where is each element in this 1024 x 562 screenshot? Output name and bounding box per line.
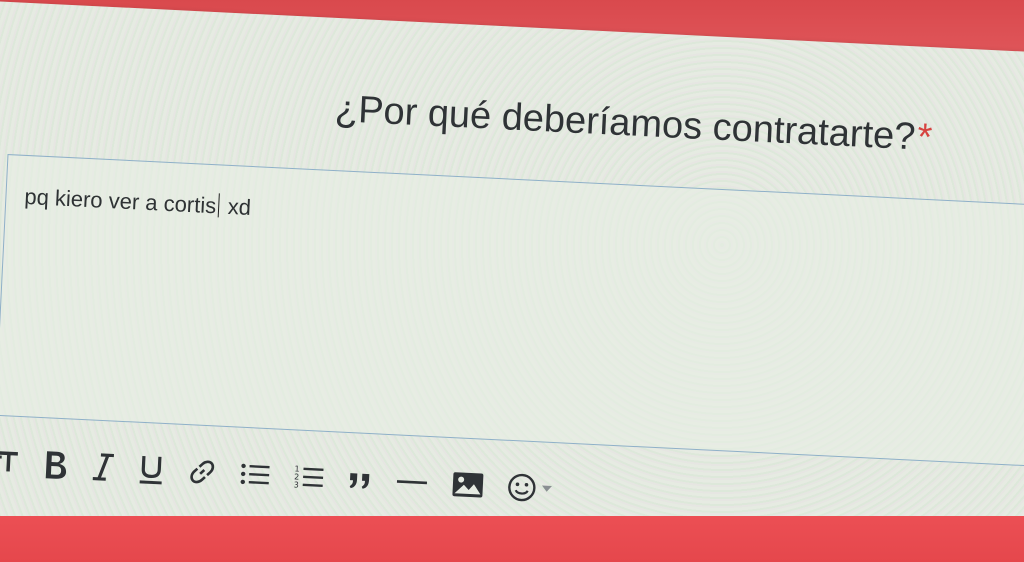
underline-icon [139, 455, 162, 485]
answer-text-before-caret: pq kiero ver a cortis [23, 183, 217, 219]
answer-textarea[interactable]: pq kiero ver a cortis xd [0, 154, 1024, 467]
italic-icon [92, 453, 114, 481]
emoji-button[interactable] [506, 467, 554, 509]
svg-text:3: 3 [293, 480, 299, 489]
quote-icon [349, 473, 370, 489]
form-card: ¿Por qué deberíamos contratarte?* pq kie… [0, 0, 1024, 562]
image-icon [452, 472, 484, 498]
image-button[interactable] [450, 464, 486, 506]
bold-icon [45, 451, 67, 479]
horizontal-rule-button[interactable] [394, 461, 430, 503]
quote-button[interactable] [346, 459, 374, 500]
text-size-button[interactable] [0, 441, 20, 483]
horizontal-rule-icon [396, 480, 428, 485]
bullet-list-icon [240, 463, 270, 485]
numbered-list-button[interactable]: 1 2 3 [292, 456, 326, 498]
italic-button[interactable] [90, 447, 116, 488]
text-size-icon [0, 451, 18, 472]
footer-band [0, 516, 1024, 562]
link-icon [190, 460, 215, 484]
chevron-down-icon [541, 485, 552, 492]
bullet-list-button[interactable] [238, 454, 272, 496]
link-button[interactable] [186, 451, 218, 492]
emoji-icon [508, 473, 536, 502]
bold-button[interactable] [40, 444, 70, 485]
answer-text-after-caret: xd [221, 193, 252, 220]
screen: ¿Por qué deberíamos contratarte?* pq kie… [0, 0, 1024, 562]
numbered-list-icon: 1 2 3 [293, 464, 324, 490]
underline-button[interactable] [136, 449, 166, 490]
required-asterisk: * [916, 116, 934, 160]
answer-text: pq kiero ver a cortis xd [24, 184, 252, 221]
